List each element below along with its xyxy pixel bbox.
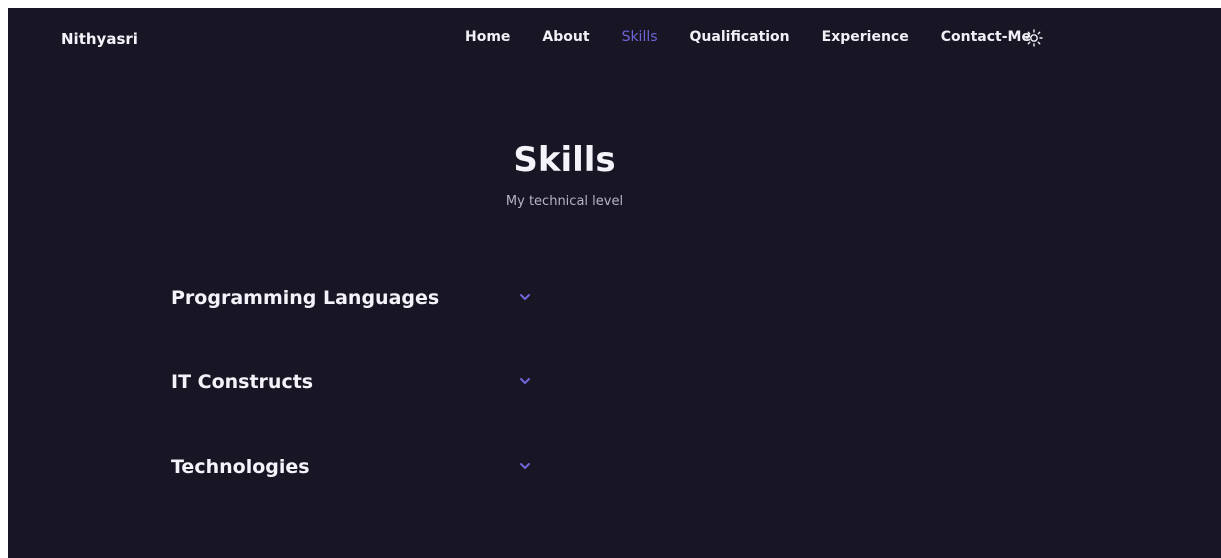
nav-qualification[interactable]: Qualification (690, 29, 790, 45)
theme-toggle-button[interactable] (1025, 29, 1043, 47)
skill-category-label: Programming Languages (171, 287, 440, 309)
nav-home[interactable]: Home (465, 29, 510, 45)
section-title: Skills (513, 140, 616, 180)
skill-category-label: Technologies (171, 456, 310, 478)
skill-category-technologies[interactable]: Technologies (171, 452, 541, 482)
chevron-down-icon[interactable] (518, 459, 532, 473)
skill-category-programming-languages[interactable]: Programming Languages (171, 283, 541, 313)
page: Nithyasri Home About Skills Qualificatio… (8, 8, 1221, 558)
chevron-down-icon[interactable] (518, 374, 532, 388)
chevron-down-icon[interactable] (518, 290, 532, 304)
nav-skills[interactable]: Skills (622, 29, 658, 45)
sun-icon (1025, 29, 1043, 47)
nav-contact[interactable]: Contact-Me (941, 29, 1031, 45)
skill-category-label: IT Constructs (171, 371, 314, 393)
skill-category-it-constructs[interactable]: IT Constructs (171, 367, 541, 397)
section-subtitle: My technical level (505, 194, 624, 209)
nav-experience[interactable]: Experience (822, 29, 909, 45)
brand-logo[interactable]: Nithyasri (61, 30, 138, 48)
nav-about[interactable]: About (542, 29, 589, 45)
main-nav: Home About Skills Qualification Experien… (465, 29, 1063, 45)
